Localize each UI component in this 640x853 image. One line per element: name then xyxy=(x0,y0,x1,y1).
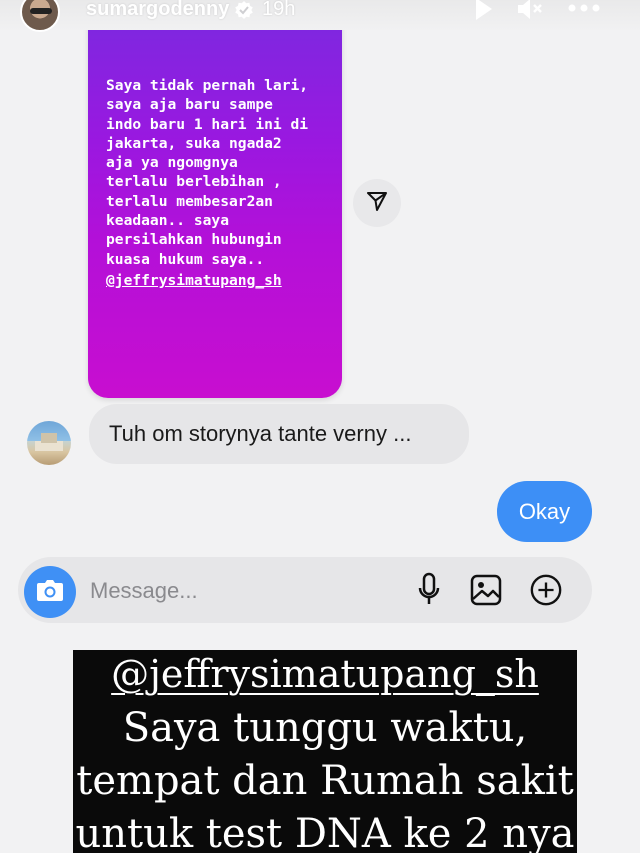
play-icon[interactable] xyxy=(470,0,496,27)
camera-icon xyxy=(35,577,65,608)
gallery-icon[interactable] xyxy=(469,571,503,609)
mic-icon[interactable] xyxy=(412,571,446,609)
camera-button[interactable] xyxy=(24,566,76,618)
story-reply-mention[interactable]: @jeffrysimatupang_sh xyxy=(106,272,282,289)
add-button[interactable] xyxy=(529,571,563,609)
caption-line-2: tempat dan Rumah sakit xyxy=(76,758,574,804)
story-reply-text: Saya tidak pernah lari, saya aja baru sa… xyxy=(106,77,309,268)
mute-icon[interactable] xyxy=(515,0,545,27)
caption-mention[interactable]: @jeffrysimatupang_sh xyxy=(73,652,577,696)
avatar[interactable] xyxy=(27,421,71,465)
more-icon[interactable] xyxy=(566,0,606,27)
sent-message-bubble[interactable]: Okay xyxy=(497,481,592,542)
story-avatar[interactable] xyxy=(20,0,60,32)
story-username[interactable]: sumargodenny xyxy=(86,0,229,21)
share-button[interactable] xyxy=(353,179,401,227)
verified-icon xyxy=(234,0,254,20)
caption-line-3: untuk test DNA ke 2 nya xyxy=(75,811,575,853)
message-input[interactable] xyxy=(90,574,390,608)
caption-line-1: Saya tunggu waktu, xyxy=(122,705,528,751)
story-header: sumargodenny 19h xyxy=(0,0,640,32)
share-icon xyxy=(365,189,389,218)
story-time: 19h xyxy=(262,0,296,20)
received-message-text: Tuh om storynya tante verny ... xyxy=(109,421,412,446)
